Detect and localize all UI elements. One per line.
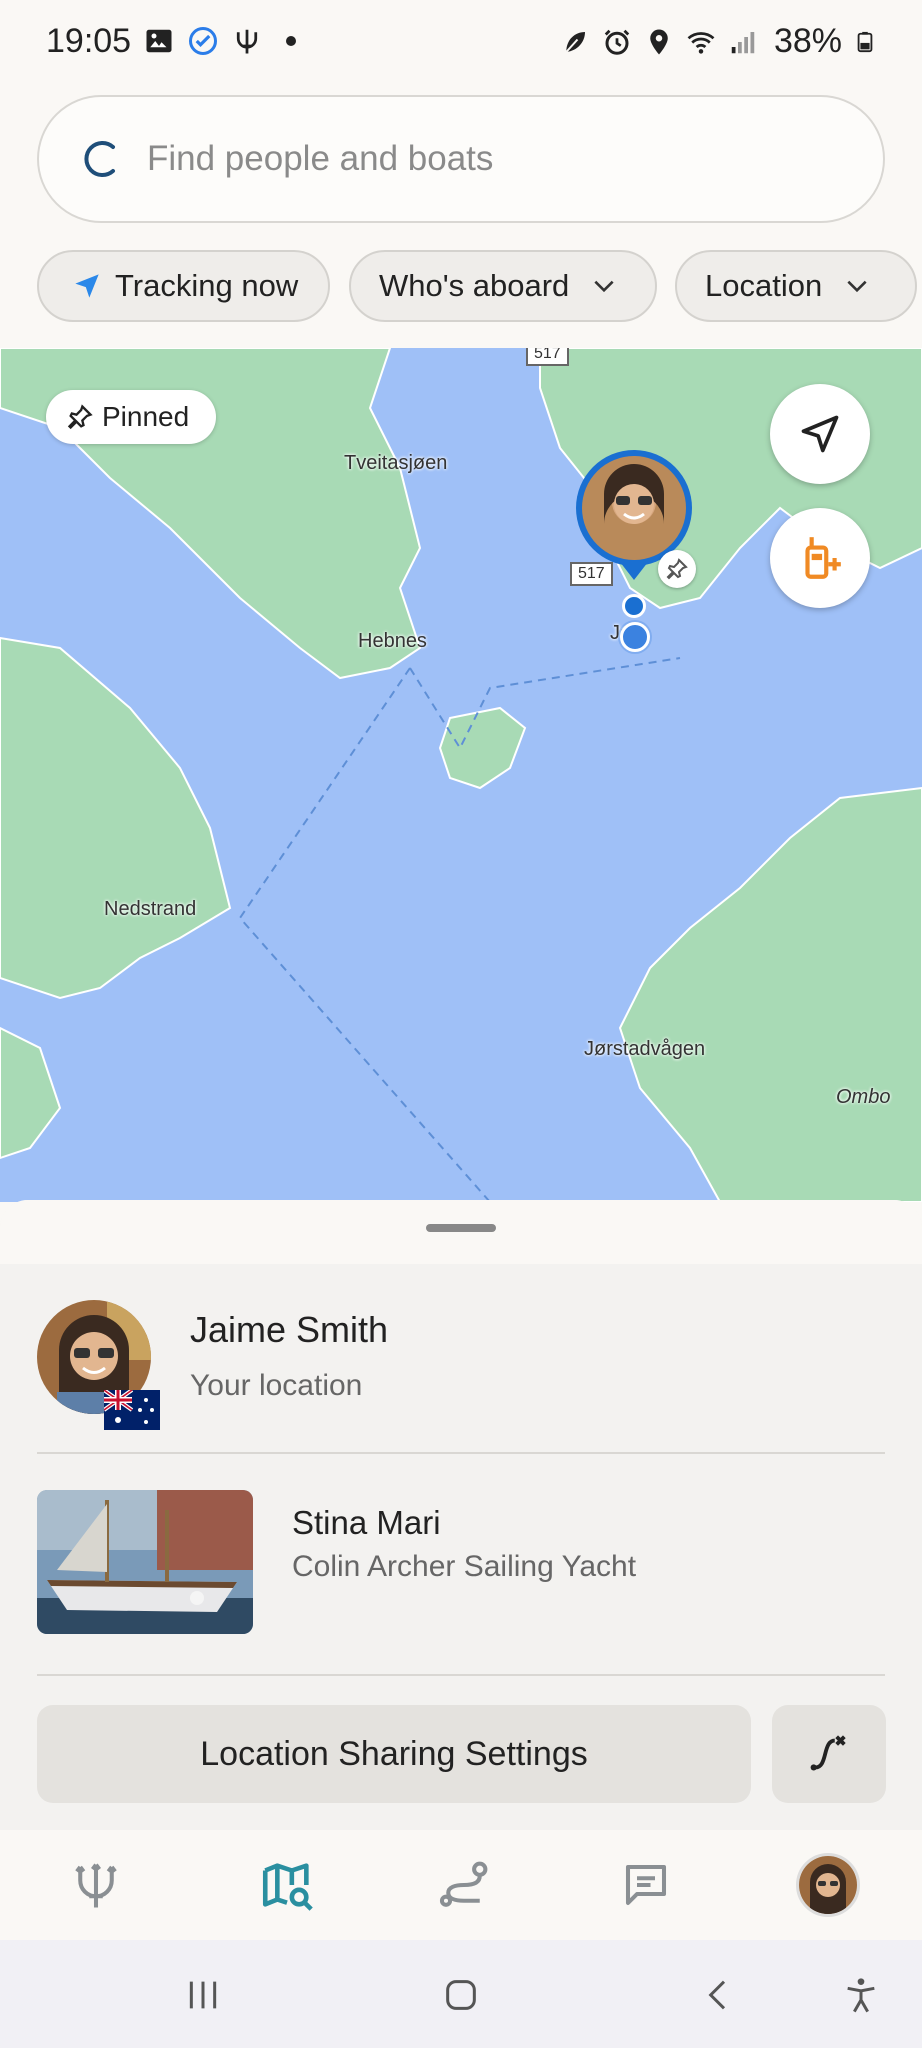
loading-spinner-icon [84, 141, 115, 177]
location-sharing-settings-button[interactable]: Location Sharing Settings [37, 1705, 751, 1803]
place-label-hebnes: Hebnes [358, 630, 427, 652]
whos-aboard-label: Who's aboard [379, 268, 570, 303]
position-dot-small [622, 594, 646, 618]
boat-photo-graphic [37, 1490, 253, 1634]
place-label-jorstadvagen: Jørstadvågen [584, 1038, 706, 1060]
avatar-image [799, 1856, 857, 1914]
home-button[interactable] [436, 1970, 486, 2020]
chevron-down-icon [847, 280, 867, 293]
battery-percent: 38% [773, 22, 842, 60]
boat-name: Stina Mari [292, 1504, 441, 1541]
trident-icon [75, 1863, 117, 1908]
recent-apps-button[interactable] [178, 1970, 228, 2020]
boat-list-item[interactable]: Stina Mari Colin Archer Sailing Yacht [0, 1456, 922, 1676]
pin-marker-button[interactable] [658, 550, 696, 588]
route-icon [439, 1861, 488, 1907]
map-view[interactable]: 517 Pinned Tveitasjøen Hebnes Nedstrand … [0, 348, 922, 1202]
settings-button-label: Location Sharing Settings [200, 1734, 588, 1773]
nav-profile[interactable] [788, 1848, 868, 1922]
bottom-sheet[interactable]: Jaime Smith Your location Stina Mari Col… [0, 1200, 922, 1830]
person-list-item[interactable]: Jaime Smith Your location [0, 1264, 922, 1454]
search-placeholder: Find people and boats [147, 139, 494, 178]
pinned-label: Pinned [102, 401, 190, 432]
map-base-graphic [0, 348, 922, 1202]
recent-apps-icon [189, 1981, 217, 2009]
check-badge-icon [189, 27, 217, 55]
australia-flag-icon [104, 1390, 160, 1430]
navigation-arrow-icon [801, 415, 839, 453]
alarm-icon [604, 29, 630, 55]
position-dot [620, 622, 650, 652]
pin-icon [67, 404, 93, 430]
signal-icon [731, 31, 755, 53]
location-icon [650, 29, 668, 54]
divider [37, 1452, 885, 1454]
divider [37, 1674, 885, 1676]
profile-avatar [796, 1853, 860, 1917]
nav-routes[interactable] [424, 1848, 504, 1922]
route-toggle-button[interactable] [772, 1705, 886, 1803]
location-chip[interactable]: Location [675, 250, 917, 322]
status-bar: 19:05 38% [0, 0, 922, 86]
navigation-arrow-icon [75, 274, 99, 298]
road-number-top: 517 [526, 348, 569, 366]
boat-image [37, 1490, 253, 1634]
home-icon [446, 1980, 476, 2010]
pin-icon [666, 558, 688, 580]
walkie-talkie-add-icon [805, 537, 841, 579]
battery-icon [857, 31, 873, 52]
bottom-navigation [0, 1830, 922, 1940]
gallery-icon [146, 29, 172, 53]
search-input[interactable]: Find people and boats [37, 95, 885, 223]
tracking-now-chip[interactable]: Tracking now [37, 250, 330, 322]
dot-icon [286, 36, 296, 46]
accessibility-button[interactable] [836, 1970, 886, 2020]
place-label-nedstrand: Nedstrand [104, 898, 197, 920]
map-search-icon [262, 1863, 313, 1911]
whos-aboard-chip[interactable]: Who's aboard [349, 250, 657, 322]
system-navigation-bar [0, 1940, 922, 2048]
nav-home[interactable] [56, 1848, 136, 1922]
boat-subtitle: Colin Archer Sailing Yacht [292, 1550, 637, 1583]
back-icon [708, 1980, 726, 2010]
drag-handle[interactable] [426, 1224, 496, 1232]
nav-map[interactable] [247, 1848, 327, 1922]
route-off-icon [810, 1735, 846, 1771]
place-label-tveitasjoen: Tveitasjøen [344, 452, 448, 474]
accessibility-icon [847, 1978, 875, 2013]
person-subtitle: Your location [190, 1369, 363, 1402]
wifi-icon [687, 31, 715, 54]
place-label-ombo: Ombo [836, 1086, 891, 1108]
tracking-now-label: Tracking now [115, 268, 299, 303]
sheet-header [0, 1200, 922, 1264]
chevron-down-icon [594, 280, 614, 293]
status-time: 19:05 [46, 22, 132, 60]
trident-icon [236, 29, 258, 54]
recenter-button[interactable] [770, 384, 870, 484]
leaf-icon [565, 31, 585, 53]
location-label: Location [705, 268, 823, 303]
person-name: Jaime Smith [190, 1309, 389, 1350]
add-radio-button[interactable] [770, 508, 870, 608]
pinned-chip[interactable]: Pinned [46, 390, 216, 444]
road-number-marker: 517 [570, 562, 613, 586]
nav-messages[interactable] [606, 1848, 686, 1922]
back-button[interactable] [694, 1970, 744, 2020]
chat-icon [625, 1864, 667, 1906]
